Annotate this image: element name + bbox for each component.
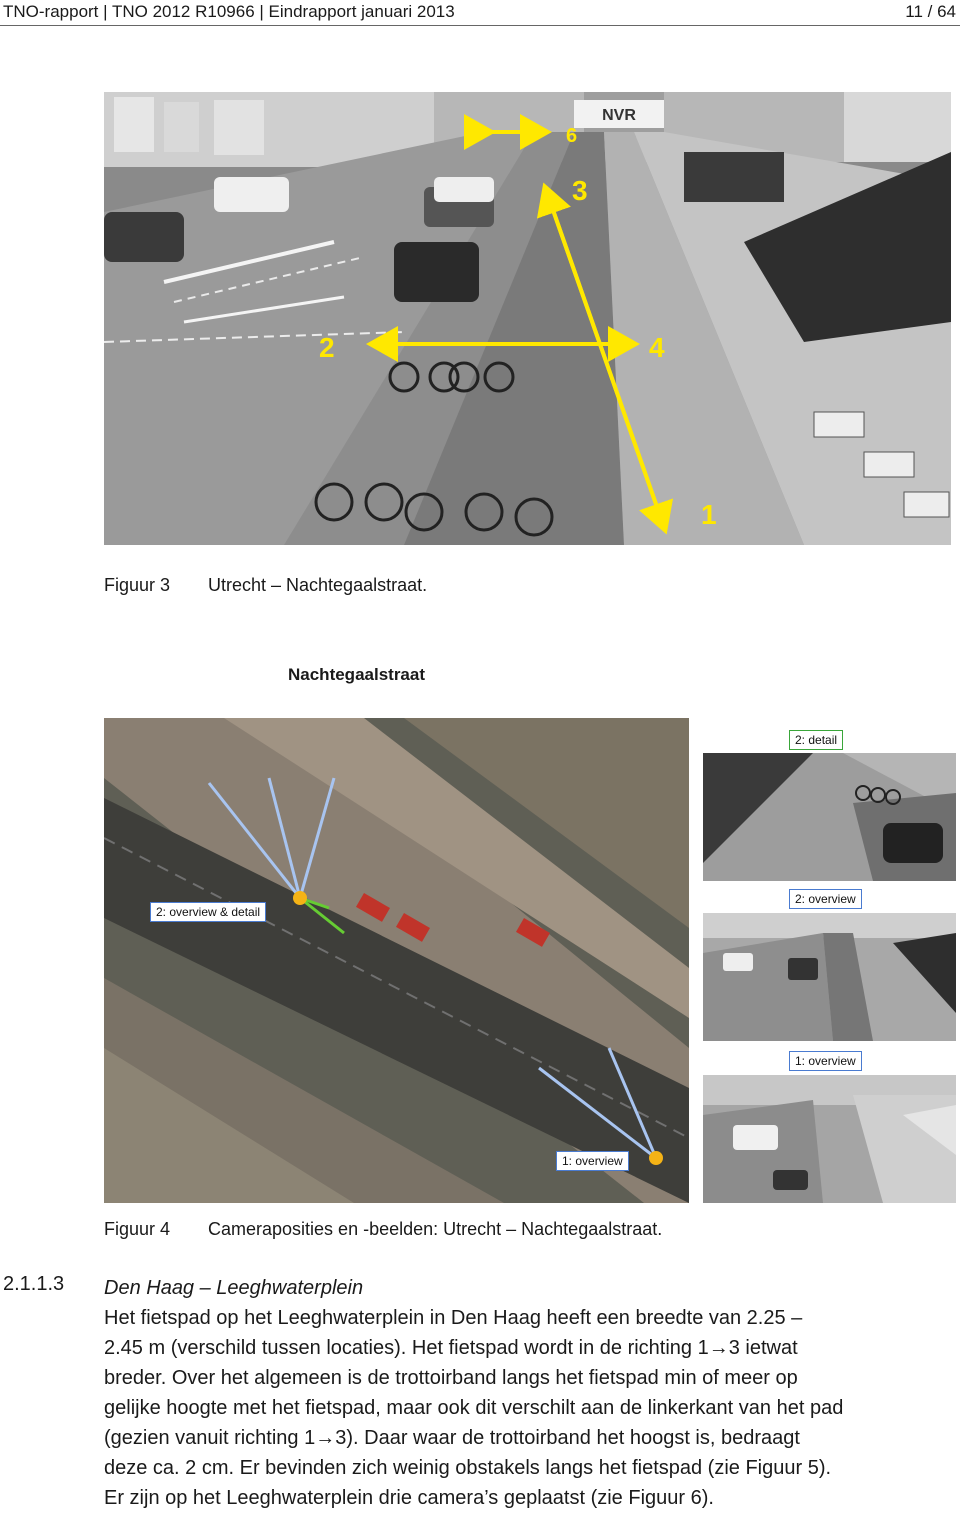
label-3: 3 (572, 175, 588, 206)
section-number: 2.1.1.3 (3, 1273, 65, 1295)
paragraph-line: 2.45 m (verschild tussen locaties). Het … (104, 1337, 798, 1359)
thumb-overview-1-drawing (703, 1075, 956, 1203)
tag-overview-detail: 2: overview & detail (150, 902, 267, 922)
paragraph-line: Er zijn op het Leeghwaterplein drie came… (104, 1487, 714, 1509)
aerial-photo: 2: overview & detail 1: overview (104, 718, 689, 1203)
figure3-label: Figuur 3 (104, 575, 171, 595)
label-6: 6 (566, 125, 577, 147)
running-header: TNO-rapport | TNO 2012 R10966 | Eindrapp… (3, 2, 455, 21)
header-rule (0, 25, 960, 26)
thumb-overview-2-drawing (703, 913, 956, 1041)
label-1: 1 (701, 499, 717, 530)
figure4-caption: Cameraposities en -beelden: Utrecht – Na… (208, 1219, 663, 1239)
label-5: 5 (464, 125, 475, 147)
street-photo: NVR 5 6 3 2 4 1 (104, 92, 951, 545)
aerial-drawing (104, 718, 689, 1203)
street-photo-drawing: NVR 5 6 3 2 4 1 (104, 92, 951, 545)
paragraph-line: gelijke hoogte met het fietspad, maar oo… (104, 1397, 844, 1419)
figure3-caption: Utrecht – Nachtegaalstraat. (208, 575, 428, 595)
thumb-overview-2 (703, 913, 956, 1041)
label-2: 2 (319, 332, 335, 363)
figure4-label: Figuur 4 (104, 1219, 171, 1239)
label-4: 4 (649, 332, 665, 363)
paragraph-line: breder. Over het algemeen is de trottoir… (104, 1367, 798, 1389)
shop-sign: NVR (602, 107, 636, 124)
thumb-overview-1 (703, 1075, 956, 1203)
tag-detail-2: 2: detail (789, 730, 844, 750)
section-title: Den Haag – Leeghwaterplein (104, 1277, 364, 1299)
section-paragraph: Het fietspad op het Leeghwaterplein in D… (104, 1303, 954, 1513)
paragraph-line: deze ca. 2 cm. Er bevinden zich weinig o… (104, 1457, 832, 1479)
paragraph-line: Het fietspad op het Leeghwaterplein in D… (104, 1307, 803, 1329)
paragraph-line: (gezien vanuit richting 1→3). Daar waar … (104, 1427, 800, 1449)
page-number: 11 / 64 (905, 2, 956, 21)
tag-overview-2: 2: overview (789, 889, 862, 909)
tag-overview-1-thumb: 1: overview (789, 1051, 862, 1071)
thumb-detail-drawing (703, 753, 956, 881)
tag-overview-1: 1: overview (556, 1151, 629, 1171)
thumb-detail (703, 753, 956, 881)
figure4-title: Nachtegaalstraat (288, 665, 426, 684)
